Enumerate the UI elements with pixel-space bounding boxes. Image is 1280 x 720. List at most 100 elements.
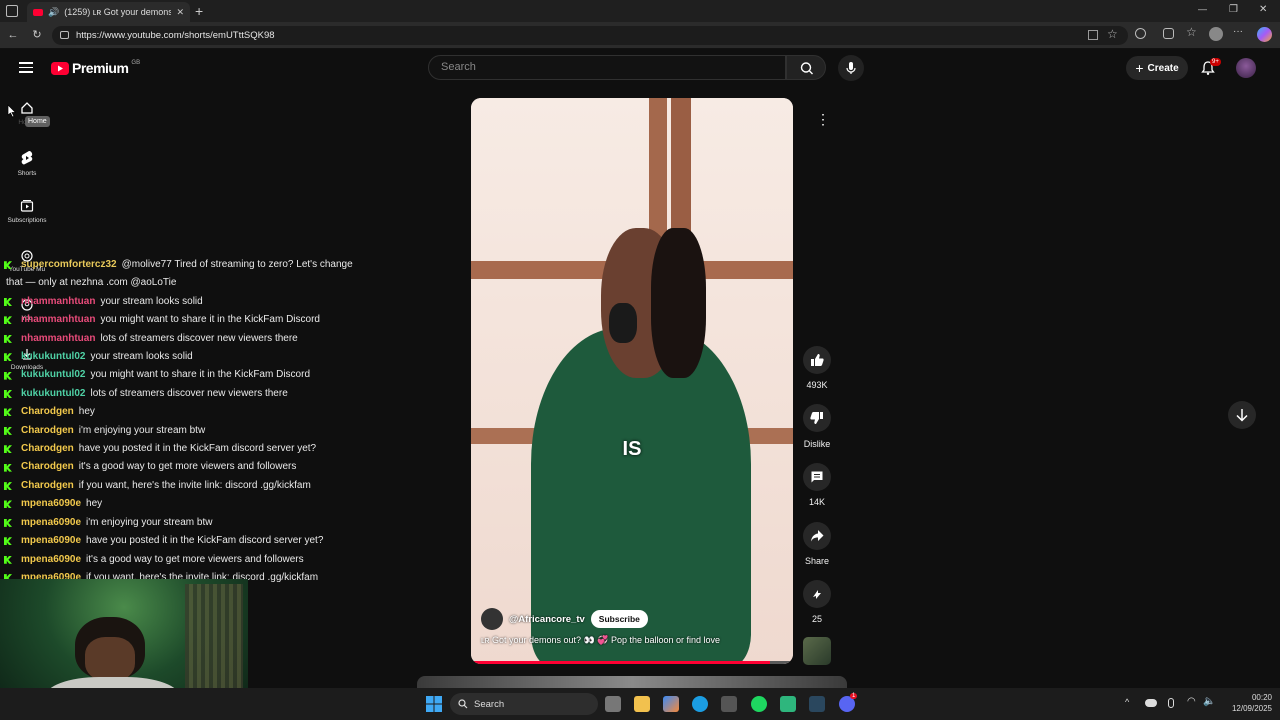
settings-more-icon[interactable]: ··· [1233,26,1243,37]
windows-start-icon[interactable] [426,696,442,712]
copilot-icon[interactable] [1257,27,1272,42]
like-button[interactable] [803,346,831,374]
chat-text: have you posted it in the KickFam discor… [78,443,317,455]
favorite-star-icon[interactable]: ☆ [1107,27,1118,41]
whatsapp-icon[interactable] [780,696,796,712]
chat-username[interactable]: kukukuntul02 [21,348,85,366]
shorts-icon [21,151,33,165]
kick-badge-icon [4,316,12,325]
chat-username[interactable]: nhammanhtuan [21,311,95,329]
short-video-player[interactable]: IS @Africancore_tv Subscribe ʟʀ Got your… [471,98,793,664]
wifi-icon[interactable]: ◠ [1187,696,1196,707]
task-view-icon[interactable] [605,696,621,712]
channel-avatar[interactable] [481,608,503,630]
chat-message: that — only at nezhna .com @aoLoTie [4,274,384,292]
progress-track[interactable] [471,661,793,664]
voice-search-button[interactable] [838,55,864,81]
reload-button[interactable]: ↻ [30,28,44,42]
chat-username[interactable]: Charodgen [21,458,74,476]
account-avatar[interactable] [1236,58,1256,78]
tab-actions-icon[interactable] [6,5,18,17]
chat-text: it's a good way to get more viewers and … [86,553,304,565]
nav-shorts[interactable]: Shorts [0,150,54,177]
share-button[interactable] [803,522,831,550]
comments-button[interactable] [803,463,831,491]
chat-text: i'm enjoying your stream btw [78,424,206,436]
chat-username[interactable]: Charodgen [21,477,74,495]
profile-avatar[interactable] [1209,27,1223,41]
kick-badge-icon [4,500,12,509]
nav-subscriptions-label: Subscriptions [7,217,47,224]
site-info-icon[interactable] [60,31,69,39]
chat-username[interactable]: Charodgen [21,403,74,421]
edge-icon[interactable] [692,696,708,712]
search-button[interactable] [786,55,826,80]
subscribe-button[interactable]: Subscribe [590,610,648,628]
microphone-in-video [609,303,637,343]
address-bar-row: ← ↻ https://www.youtube.com/shorts/emUTt… [0,22,1280,49]
create-button[interactable]: + Create [1126,56,1188,80]
tray-chevron-icon[interactable]: ^ [1125,697,1129,707]
file-explorer-icon[interactable] [634,696,650,712]
remix-button[interactable] [803,580,831,608]
window-close-button[interactable]: ✕ [1259,4,1267,15]
minimize-button[interactable]: — [1198,4,1207,14]
chat-text: hey [86,498,103,510]
chat-message: Charodgen i'm enjoying your stream btw [4,422,384,440]
channel-name[interactable]: @Africancore_tv [509,614,585,625]
chat-username[interactable]: mpena6090e [21,532,81,550]
chat-message: kukukuntul02 your stream looks solid [4,348,384,366]
volume-icon[interactable]: 🔈 [1203,696,1215,707]
extensions-icon[interactable] [1135,28,1146,39]
more-options-icon[interactable]: ⋮ [816,111,830,128]
next-short-button[interactable] [1228,401,1256,429]
chat-text: you might want to share it in the KickFa… [100,314,320,326]
browser-essentials-icon[interactable] [1163,28,1174,39]
copilot-app-icon[interactable] [663,696,679,712]
share-icon [811,530,824,542]
chat-username[interactable]: supercomfortercz32 [21,256,117,274]
chat-username[interactable]: mpena6090e [21,551,81,569]
store-icon[interactable] [721,696,737,712]
steam-icon[interactable] [809,696,825,712]
youtube-logo[interactable]: Premium GB [51,60,140,76]
short-title[interactable]: ʟʀ Got your demons out? 👀 💞 Pop the ball… [481,635,720,646]
system-clock[interactable]: 00:20 12/09/2025 [1222,692,1272,714]
chat-username[interactable]: nhammanhtuan [21,330,95,348]
dislike-button[interactable] [803,404,831,432]
browser-tab[interactable]: 🔊 (1259) ʟʀ Got your demons out? 👀 Pop t… [27,2,190,22]
chat-username[interactable]: Charodgen [21,422,74,440]
notifications-button[interactable]: 9+ [1200,58,1221,81]
taskbar-search-label: Search [474,698,505,710]
subscriptions-icon [20,200,34,212]
new-tab-button[interactable]: + [195,3,203,19]
nav-subscriptions[interactable]: Subscriptions [0,199,54,224]
maximize-button[interactable]: ❐ [1229,4,1238,15]
speaker-icon[interactable]: 🔊 [48,7,59,18]
tab-close-icon[interactable]: ✕ [176,7,184,18]
back-button[interactable]: ← [6,28,20,42]
chat-username[interactable]: nhammanhtuan [21,293,95,311]
app-available-icon[interactable] [1088,30,1098,40]
chat-username[interactable]: kukukuntul02 [21,385,85,403]
favorites-icon[interactable]: ☆ [1186,25,1197,39]
search-icon [458,699,468,709]
sound-thumbnail[interactable] [803,637,831,665]
taskbar-search[interactable]: Search [450,693,598,715]
comment-count: 14K [808,497,825,507]
chat-message: mpena6090e have you posted it in the Kick… [4,532,384,550]
spotify-icon[interactable] [751,696,767,712]
chat-username[interactable]: mpena6090e [21,495,81,513]
chat-message: Charodgen it's a good way to get more vie… [4,458,384,476]
chat-username[interactable]: Charodgen [21,440,74,458]
menu-icon[interactable] [19,62,33,73]
kick-badge-icon [4,518,12,527]
search-input[interactable]: Search [428,55,786,80]
chat-username[interactable]: kukukuntul02 [21,366,85,384]
onedrive-icon[interactable] [1145,699,1157,707]
channel-row: @Africancore_tv Subscribe [481,608,648,630]
chat-username[interactable]: mpena6090e [21,514,81,532]
tray-mic-icon[interactable] [1168,698,1174,708]
thumbs-up-icon [811,354,824,366]
url-field[interactable]: https://www.youtube.com/shorts/emUTttSQK… [52,26,1128,45]
